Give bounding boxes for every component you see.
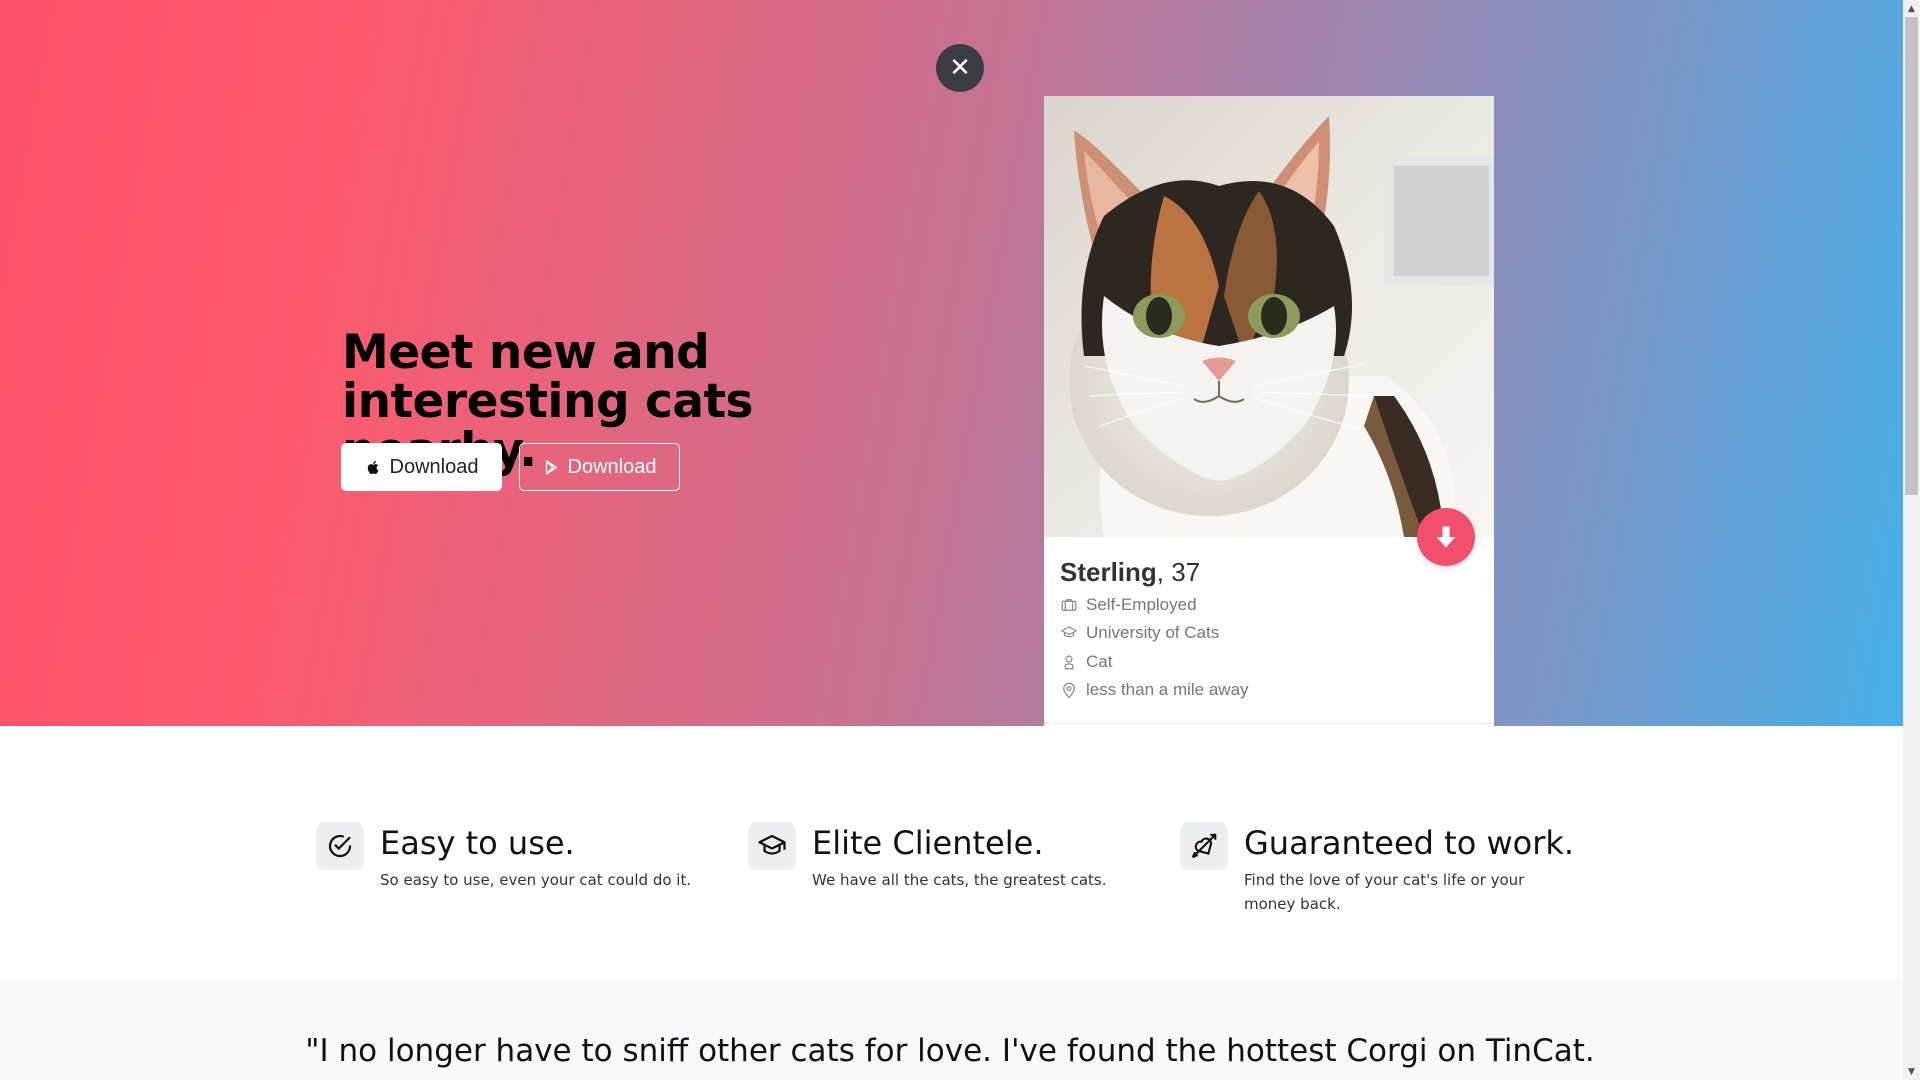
profile-species-text: Cat: [1086, 652, 1113, 671]
testimonial-section: "I no longer have to sniff other cats fo…: [0, 978, 1903, 1080]
google-play-download-label: Download: [567, 455, 657, 478]
google-play-download-button[interactable]: Download: [519, 443, 680, 491]
feature-easy-icon-box: [316, 822, 364, 870]
check-circle-icon: [328, 834, 352, 858]
page: ✕ Meet new and interesting cats nearby. …: [0, 0, 1903, 1080]
cat-photo: [1044, 96, 1494, 537]
graduation-cap-icon: [758, 834, 786, 855]
profile-name: Sterling, 37: [1060, 557, 1200, 588]
scroll-up-arrow-icon[interactable]: ▲: [1903, 0, 1920, 17]
feature-easy-text: So easy to use, even your cat could do i…: [380, 871, 692, 889]
profile-school-text: University of Cats: [1086, 623, 1220, 642]
feature-guaranteed-text: Find the love of your cat's life or your…: [1244, 871, 1525, 913]
card-divider: [1044, 723, 1494, 724]
profile-species: Cat: [1060, 652, 1112, 672]
briefcase-icon: [1061, 599, 1077, 611]
feature-guaranteed-title: Guaranteed to work.: [1244, 824, 1575, 862]
feature-guaranteed-icon-box: [1180, 822, 1228, 870]
profile-name-text: Sterling: [1060, 557, 1157, 587]
profile-age: , 37: [1156, 557, 1201, 587]
feature-elite-icon-box: [748, 822, 796, 870]
map-pin-icon: [1063, 682, 1075, 699]
hero-section: ✕ Meet new and interesting cats nearby. …: [0, 0, 1903, 726]
heart-arrow-icon: [1191, 833, 1217, 859]
profile-job-text: Self-Employed: [1086, 595, 1197, 614]
profile-school: University of Cats: [1060, 623, 1219, 643]
app-store-download-button[interactable]: Download: [341, 443, 502, 491]
scrollbar-thumb[interactable]: [1905, 17, 1918, 495]
profile-distance-text: less than a mile away: [1086, 680, 1249, 699]
like-button[interactable]: [1417, 508, 1475, 566]
close-icon: ✕: [949, 53, 971, 83]
app-store-download-label: Download: [389, 455, 479, 478]
feature-easy-title: Easy to use.: [380, 824, 575, 862]
profile-card[interactable]: Sterling, 37 Self-Employed University of…: [1044, 96, 1494, 726]
vertical-scrollbar[interactable]: ▲ ▼: [1903, 0, 1920, 1080]
profile-distance: less than a mile away: [1060, 680, 1249, 700]
features-section: Easy to use. So easy to use, even your c…: [0, 726, 1903, 978]
user-icon: [1064, 655, 1074, 670]
graduation-cap-icon: [1060, 626, 1078, 638]
close-button[interactable]: ✕: [936, 44, 984, 92]
scroll-down-arrow-icon[interactable]: ▼: [1903, 1063, 1920, 1080]
feature-elite-text: We have all the cats, the greatest cats.: [812, 871, 1107, 889]
apple-icon: [367, 460, 378, 474]
google-play-icon: [545, 459, 557, 475]
testimonial-quote: "I no longer have to sniff other cats fo…: [305, 1033, 1595, 1080]
cat-photo-illustration: [1044, 96, 1494, 537]
arrow-down-icon: [1436, 526, 1456, 548]
feature-elite-title: Elite Clientele.: [812, 824, 1044, 862]
profile-job: Self-Employed: [1060, 595, 1197, 615]
